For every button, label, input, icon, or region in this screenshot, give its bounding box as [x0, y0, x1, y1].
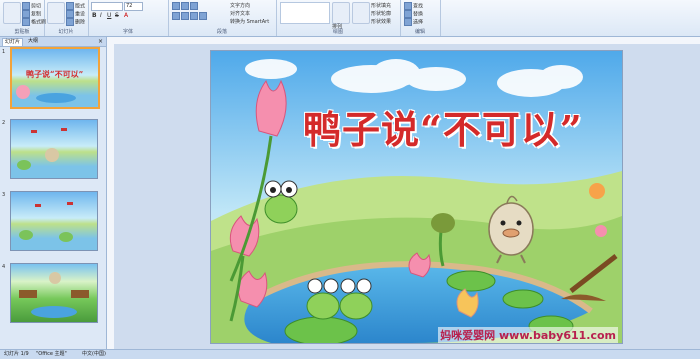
- delete-button[interactable]: 删除: [66, 18, 85, 26]
- slide-number: 4: [2, 264, 6, 270]
- shapes-gallery[interactable]: [280, 2, 330, 24]
- replace-button[interactable]: 替换: [404, 10, 423, 18]
- slide-number: 2: [2, 120, 6, 126]
- slide-background: [211, 51, 622, 343]
- font-color-button[interactable]: A: [124, 12, 128, 19]
- layout-button[interactable]: 版式: [66, 2, 85, 10]
- copy-icon: [22, 10, 30, 18]
- slide-number: 3: [2, 192, 6, 198]
- shape-effects-button[interactable]: 形状效果: [371, 18, 391, 25]
- tab-slides[interactable]: 幻灯片: [2, 38, 24, 46]
- group-label: 段落: [216, 29, 227, 35]
- duck: [49, 272, 61, 284]
- slide-thumbnail-2[interactable]: [10, 119, 98, 179]
- layout-icon: [66, 2, 74, 10]
- group-label: 字体: [122, 29, 133, 35]
- dragonfly: [61, 128, 67, 131]
- group-label: 编辑: [414, 29, 425, 35]
- text-direction-button[interactable]: 文字方向: [230, 2, 250, 9]
- strikethrough-button[interactable]: S: [115, 12, 119, 19]
- cut-button[interactable]: 剪切: [22, 2, 41, 10]
- align-center-icon: [181, 12, 189, 20]
- select-button[interactable]: 选择: [404, 18, 423, 26]
- bold-button[interactable]: B: [92, 12, 97, 19]
- slides-panel: 幻灯片 大纲 × 1 鸭子说“不可以” 2 3 4: [0, 37, 107, 349]
- pond: [31, 306, 77, 318]
- slide-thumbnail-4[interactable]: [10, 263, 98, 323]
- italic-button[interactable]: I: [100, 12, 102, 19]
- group-label: 绘图: [332, 29, 343, 35]
- dragonfly: [31, 130, 37, 133]
- editing-group: 查找 替换 选择 编辑: [400, 0, 441, 36]
- watermark-text: 妈咪爱婴网 www.baby611.com: [438, 327, 618, 343]
- find-button[interactable]: 查找: [404, 2, 423, 10]
- replace-icon: [404, 10, 412, 18]
- font-group: 72 B I U S A 字体: [88, 0, 169, 36]
- shape-fill-button[interactable]: 形状填充: [371, 2, 391, 9]
- pond: [36, 93, 76, 103]
- copy-button[interactable]: 复制: [22, 10, 41, 18]
- frog: [59, 232, 73, 242]
- group-label: 幻灯片: [58, 29, 74, 35]
- paragraph-group: 文字方向 对齐文本 转换为 SmartArt 段落: [168, 0, 277, 36]
- slide-thumbnail-1[interactable]: 鸭子说“不可以”: [10, 47, 100, 109]
- panel-tabs: 幻灯片 大纲 ×: [0, 37, 106, 47]
- slide-number: 1: [2, 49, 6, 55]
- reset-button[interactable]: 重设: [66, 10, 85, 18]
- tab-outline[interactable]: 大纲: [26, 38, 40, 45]
- close-icon[interactable]: ×: [98, 38, 103, 45]
- indent-icon: [190, 2, 198, 10]
- shape-outline-button[interactable]: 形状轮廓: [371, 10, 391, 17]
- cursor-icon: [404, 18, 412, 26]
- duck: [45, 148, 59, 162]
- reset-icon: [66, 10, 74, 18]
- quick-styles-button[interactable]: [352, 2, 370, 24]
- frog: [17, 160, 31, 170]
- slide-title[interactable]: 鸭子说“不可以”: [303, 99, 583, 154]
- ribbon: 剪切 复制 格式刷 剪贴板 版式 重设 删除 幻灯片 72 B I U S A …: [0, 0, 700, 37]
- font-name-field[interactable]: [91, 2, 123, 11]
- wooden-sign: [71, 290, 89, 298]
- bullets-button[interactable]: [172, 2, 199, 10]
- numbering-icon: [181, 2, 189, 10]
- slide-thumbnail-3[interactable]: [10, 191, 98, 251]
- paste-button[interactable]: [3, 2, 21, 24]
- arrange-button[interactable]: [332, 2, 350, 24]
- dragonfly: [67, 202, 73, 205]
- new-slide-button[interactable]: [47, 2, 65, 24]
- drawing-group: 排列 形状填充 形状轮廓 形状效果 绘图: [276, 0, 401, 36]
- bullets-icon: [172, 2, 180, 10]
- frog-left: [264, 180, 298, 224]
- scissors-icon: [22, 2, 30, 10]
- dragonfly: [35, 204, 41, 207]
- clipboard-group: 剪切 复制 格式刷 剪贴板: [0, 0, 46, 36]
- font-size-field[interactable]: 72: [124, 2, 143, 11]
- slide-canvas: 鸭子说“不可以” 妈咪爱婴网 www.baby611.com: [114, 44, 700, 349]
- group-label: 剪贴板: [14, 29, 30, 35]
- justify-icon: [199, 12, 207, 20]
- binoculars-icon: [404, 2, 412, 10]
- wooden-sign: [19, 290, 37, 298]
- align-left-icon: [172, 12, 180, 20]
- brush-icon: [22, 18, 30, 26]
- format-painter-button[interactable]: 格式刷: [22, 18, 46, 26]
- delete-icon: [66, 18, 74, 26]
- slides-group: 版式 重设 删除 幻灯片: [44, 0, 89, 36]
- align-buttons[interactable]: [172, 12, 208, 20]
- underline-button[interactable]: U: [107, 12, 111, 19]
- smartart-button[interactable]: 转换为 SmartArt: [230, 18, 269, 25]
- align-text-button[interactable]: 对齐文本: [230, 10, 250, 17]
- current-slide[interactable]: 鸭子说“不可以” 妈咪爱婴网 www.baby611.com: [210, 50, 623, 344]
- thumbnail-title: 鸭子说“不可以”: [26, 69, 84, 79]
- frog: [19, 230, 33, 240]
- lotus-flower: [16, 85, 30, 99]
- lotus-pod: [431, 213, 455, 233]
- align-right-icon: [190, 12, 198, 20]
